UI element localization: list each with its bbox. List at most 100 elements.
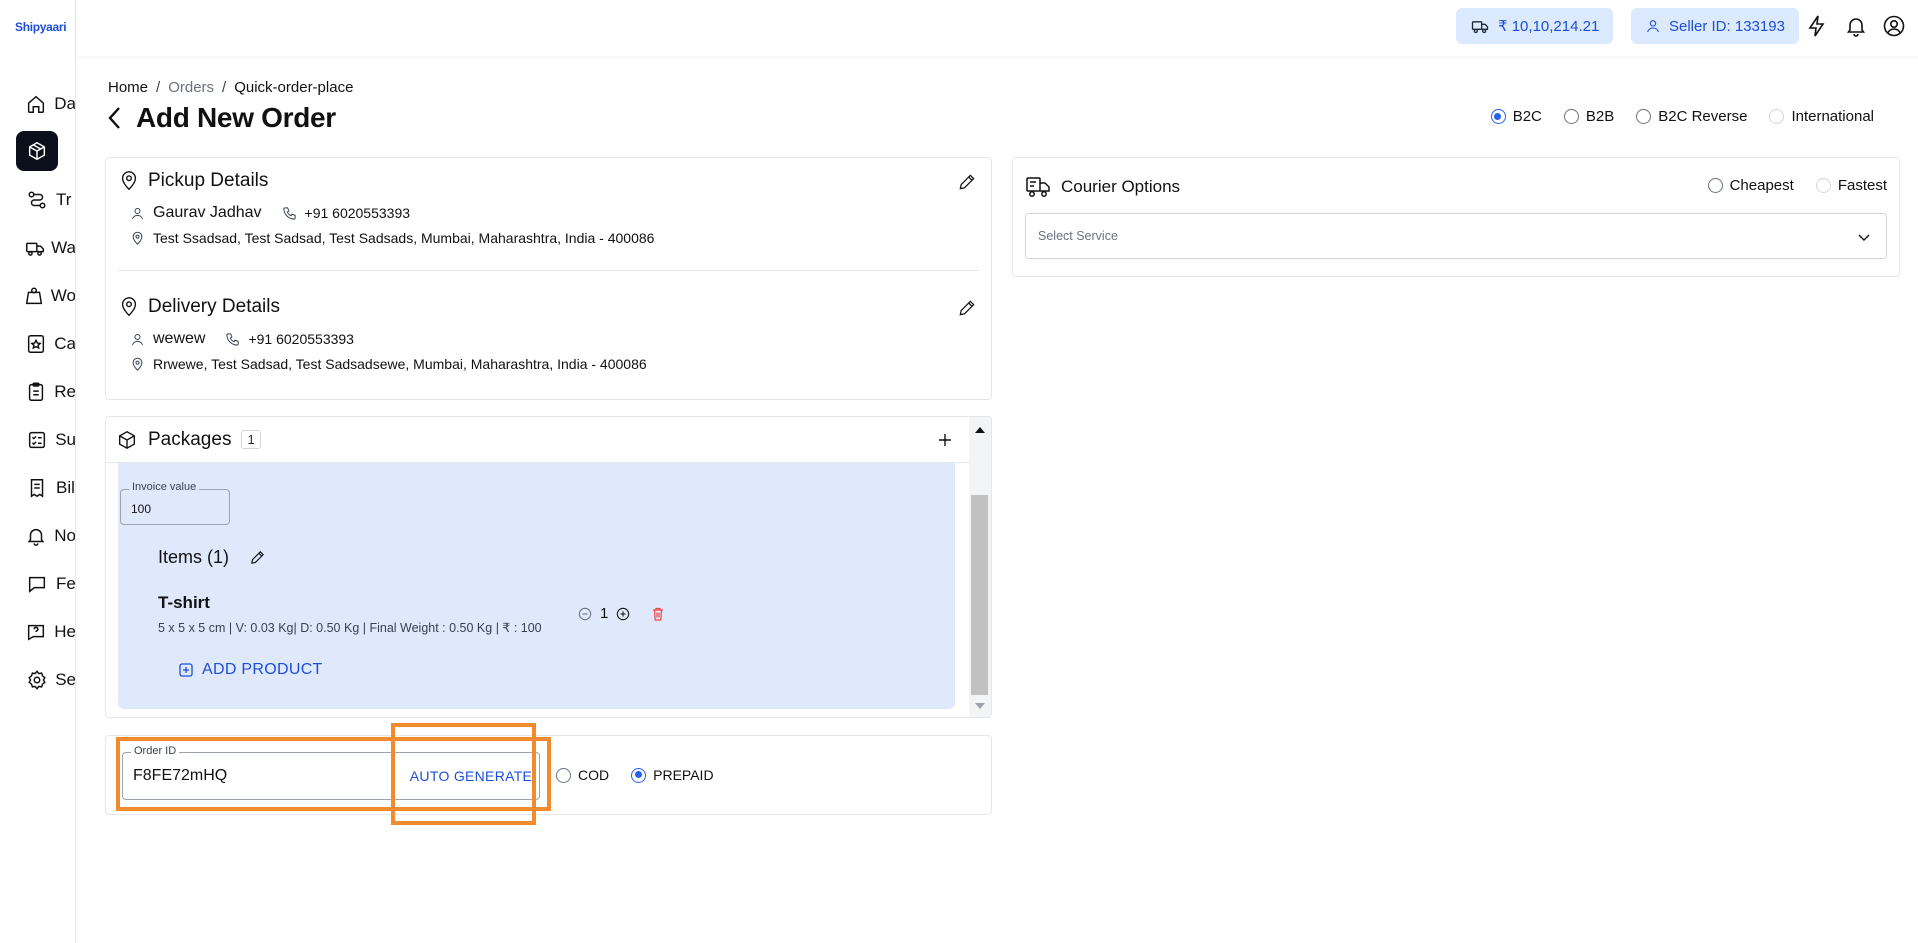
item-name: T-shirt: [158, 593, 210, 612]
scroll-down-arrow-icon[interactable]: [974, 701, 986, 711]
sidebar-item-subscription[interactable]: Su: [0, 420, 75, 460]
sidebar-item-help[interactable]: He: [0, 612, 75, 652]
plus-icon[interactable]: [937, 432, 953, 448]
add-product-label: ADD PRODUCT: [202, 661, 323, 678]
sidebar-item-label: Se: [55, 670, 76, 689]
order-type-b2b-radio[interactable]: B2B: [1563, 108, 1614, 125]
invoice-value-label: Invoice value: [129, 481, 200, 493]
invoice-value-field[interactable]: Invoice value 100: [120, 481, 230, 525]
phone-icon: [226, 332, 240, 346]
scrollbar-thumb[interactable]: [971, 495, 988, 695]
delivery-edit-pencil-icon[interactable]: [957, 298, 977, 318]
pickup-address: Test Ssadsad, Test Sadsad, Test Sadsads,…: [153, 230, 655, 246]
delivery-phone: +91 6020553393: [248, 331, 354, 347]
wallet-truck-icon: [1471, 21, 1489, 34]
plus-square-icon: [179, 663, 193, 677]
route-icon: [16, 180, 58, 220]
items-edit-pencil-icon[interactable]: [249, 549, 266, 566]
sidebar-item-wallet[interactable]: Wa: [0, 228, 76, 268]
items-title-text: Items (1): [158, 547, 230, 567]
add-product-button[interactable]: ADD PRODUCT: [178, 661, 323, 679]
wallet-balance: ₹ 10,10,214.21: [1498, 18, 1600, 35]
user-icon: [1647, 20, 1659, 33]
profile-icon[interactable]: [1882, 14, 1906, 38]
wallet-balance-button[interactable]: ₹ 10,10,214.21: [1456, 8, 1614, 44]
sidebar-item-settings[interactable]: Se: [0, 660, 76, 700]
delivery-address-line: Rrwewe, Test Sadsad, Test Sadsadsewe, Mu…: [130, 356, 647, 372]
sidebar-item-catalogue[interactable]: Ca: [0, 324, 76, 364]
sidebar-item-label: Wo: [50, 286, 76, 305]
auto-generate-button[interactable]: AUTO GENERATE: [402, 752, 540, 800]
courier-options-card: Courier Options Cheapest Fastest Select …: [1012, 157, 1900, 277]
sidebar: Shipyaari Da Tr Wa Wo Ca Re Su Bil No Fe: [0, 0, 76, 943]
package-body: Invoice value 100 Items (1) T-shirt 5 x …: [118, 463, 955, 709]
divider: [118, 270, 979, 271]
order-type-b2c-radio[interactable]: B2C: [1490, 108, 1542, 125]
feedback-icon: [16, 564, 58, 604]
invoice-value: 100: [131, 502, 152, 516]
shipyaari-logo[interactable]: Shipyaari: [15, 20, 67, 34]
breadcrumb-home[interactable]: Home: [108, 79, 148, 96]
item-meta: 5 x 5 x 5 cm | V: 0.03 Kg| D: 0.50 Kg | …: [158, 621, 542, 635]
bell-icon[interactable]: [1844, 14, 1868, 38]
items-title: Items (1): [158, 547, 266, 568]
box-icon: [118, 430, 136, 449]
back-arrow-icon[interactable]: [104, 104, 126, 132]
person-icon: [132, 333, 143, 345]
radio-icon: [556, 767, 571, 783]
radio-icon: [1636, 109, 1652, 124]
breadcrumb: Home / Orders / Quick-order-place: [108, 79, 353, 96]
bell-icon: [16, 516, 56, 556]
radio-icon: [1815, 178, 1831, 193]
location-pin-icon: [132, 357, 143, 371]
clipboard-icon: [16, 372, 56, 412]
sidebar-item-label: Wa: [51, 238, 76, 257]
section-title: Delivery Details: [148, 296, 280, 317]
cod-radio[interactable]: COD: [556, 767, 609, 783]
quantity-stepper: 1: [578, 605, 630, 622]
fastest-radio[interactable]: Fastest: [1815, 177, 1887, 194]
sidebar-item-billing[interactable]: Bil: [0, 468, 75, 508]
sidebar-item-weight[interactable]: Wo: [0, 276, 76, 316]
radio-selected-icon: [1490, 109, 1506, 124]
phone-icon: [282, 206, 296, 220]
scroll-up-arrow-icon[interactable]: [974, 425, 986, 435]
sidebar-item-dashboard[interactable]: Da: [0, 84, 75, 124]
box-icon: [16, 131, 58, 171]
sidebar-item-feedback[interactable]: Fe: [0, 564, 75, 604]
sidebar-item-orders[interactable]: [0, 131, 75, 171]
sidebar-item-label: Ca: [54, 334, 76, 353]
sidebar-item-tracking[interactable]: Tr: [0, 180, 75, 220]
breadcrumb-separator: /: [222, 79, 227, 96]
sidebar-item-label: Re: [54, 382, 76, 401]
lightning-icon[interactable]: [1805, 14, 1829, 38]
payment-mode-selector: COD PREPAID: [556, 767, 714, 783]
checklist-icon: [16, 420, 57, 460]
cheapest-radio[interactable]: Cheapest: [1707, 177, 1794, 194]
prepaid-radio[interactable]: PREPAID: [631, 767, 714, 783]
minus-circle-icon[interactable]: [578, 607, 592, 621]
courier-sort-label: Cheapest: [1729, 177, 1794, 194]
sidebar-item-notifications[interactable]: No: [0, 516, 76, 556]
pickup-phone: +91 6020553393: [304, 205, 411, 221]
order-type-label: B2C Reverse: [1658, 108, 1748, 125]
delivery-details-title: Delivery Details: [118, 296, 280, 318]
radio-icon: [1769, 109, 1785, 124]
plus-circle-icon[interactable]: [616, 607, 630, 621]
truck-icon: [16, 228, 53, 268]
sidebar-item-returns[interactable]: Re: [0, 372, 76, 412]
order-type-label: B2C: [1512, 108, 1542, 125]
seller-id-button[interactable]: Seller ID: 133193: [1631, 8, 1799, 44]
pickup-edit-pencil-icon[interactable]: [957, 172, 977, 192]
help-icon: [16, 612, 56, 652]
sidebar-item-label: No: [54, 526, 76, 545]
order-type-international-radio[interactable]: International: [1769, 108, 1874, 125]
packages-scrollbar[interactable]: [969, 417, 991, 717]
select-service-dropdown[interactable]: Select Service: [1025, 213, 1887, 259]
pickup-name: Gaurav Jadhav: [153, 204, 262, 221]
order-id-value: F8FE72mHQ: [133, 767, 228, 784]
trash-icon[interactable]: [650, 606, 666, 622]
breadcrumb-orders[interactable]: Orders: [168, 79, 214, 96]
breadcrumb-separator: /: [156, 79, 161, 96]
order-type-b2c-reverse-radio[interactable]: B2C Reverse: [1636, 108, 1747, 125]
